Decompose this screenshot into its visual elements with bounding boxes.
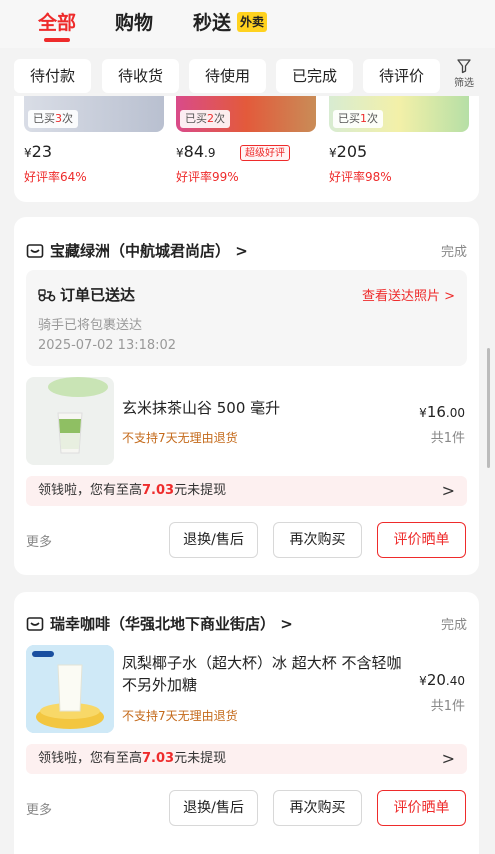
reco-rating: 好评率98% — [329, 170, 392, 184]
product-quantity: 共1件 — [430, 431, 465, 446]
store-icon — [26, 244, 44, 258]
delivery-subtitle: 骑手已将包裹送达 — [38, 318, 143, 333]
no-return-notice: 不支持7天无理由退货 — [122, 709, 238, 723]
buy-again-button[interactable]: 再次购买 — [273, 522, 362, 558]
filter-button[interactable]: 筛选 — [449, 58, 479, 89]
chevron-right-icon: > — [441, 481, 455, 500]
store-header[interactable]: 宝藏绿洲（中航城君尚店） > 完成 — [26, 240, 467, 262]
order-card[interactable]: 瑞幸咖啡（华强北地下商业街店） > 完成 凤梨椰子水（超大杯）冰 超大杯 不含轻… — [14, 592, 479, 854]
product-price: ¥16.00 — [419, 403, 465, 421]
tab-all[interactable]: 全部 — [38, 8, 76, 35]
buy-again-button[interactable]: 再次购买 — [273, 790, 362, 826]
recommendation-strip: 已买3次 已买2次 已买1次 ¥23 ¥84.9 超级好评 ¥205 好评率64… — [14, 96, 479, 202]
store-name[interactable]: 宝藏绿洲（中航城君尚店） > — [50, 240, 248, 261]
store-header[interactable]: 瑞幸咖啡（华强北地下商业街店） > 完成 — [26, 613, 467, 635]
return-service-button[interactable]: 退换/售后 — [169, 790, 258, 826]
chevron-right-icon: > — [280, 615, 293, 633]
review-button[interactable]: 评价晒单 — [377, 790, 466, 826]
product-name[interactable]: 凤梨椰子水（超大杯）冰 超大杯 不含轻咖 不另外加糖 — [122, 652, 404, 696]
delivery-info: 订单已送达 查看送达照片 > 骑手已将包裹送达 2025-07-02 13:18… — [26, 270, 467, 366]
reco-price: ¥23 — [24, 142, 52, 161]
chevron-right-icon: > — [235, 242, 248, 260]
return-service-button[interactable]: 退换/售后 — [169, 522, 258, 558]
delivery-timestamp: 2025-07-02 13:18:02 — [38, 338, 177, 353]
tab-shopping[interactable]: 购物 — [115, 8, 153, 35]
scrollbar[interactable] — [487, 348, 490, 468]
product-name[interactable]: 玄米抹茶山谷 500 毫升 — [122, 397, 404, 419]
cash-reward-banner[interactable]: 领钱啦，您有至高7.03元未提现 > — [26, 744, 467, 774]
filter-completed[interactable]: 已完成 — [276, 59, 353, 93]
reco-rating: 好评率99% — [176, 170, 239, 184]
product-image[interactable] — [26, 645, 114, 733]
more-link[interactable]: 更多 — [26, 531, 52, 550]
reco-price: ¥84.9 — [176, 142, 216, 161]
filter-pending-use[interactable]: 待使用 — [189, 59, 266, 93]
delivery-scooter-icon — [38, 289, 56, 302]
takeaway-badge: 外卖 — [237, 12, 268, 32]
reco-bought-tag: 已买1次 — [333, 110, 383, 128]
chevron-right-icon: > — [441, 749, 455, 768]
reco-bought-tag: 已买2次 — [180, 110, 230, 128]
cash-reward-banner[interactable]: 领钱啦，您有至高7.03元未提现 > — [26, 476, 467, 506]
order-status: 完成 — [440, 618, 467, 633]
product-price: ¥20.40 — [419, 671, 465, 689]
tab-express[interactable]: 秒送 — [193, 8, 231, 35]
no-return-notice: 不支持7天无理由退货 — [122, 431, 238, 445]
product-quantity: 共1件 — [430, 699, 465, 714]
funnel-icon — [457, 59, 471, 74]
filter-button-label: 筛选 — [454, 78, 474, 89]
review-button[interactable]: 评价晒单 — [377, 522, 466, 558]
reco-bought-tag: 已买3次 — [28, 110, 78, 128]
reco-price: ¥205 — [329, 142, 368, 161]
product-image[interactable] — [26, 377, 114, 465]
order-card[interactable]: 宝藏绿洲（中航城君尚店） > 完成 订单已送达 查看送达照片 > 骑手已将包裹送… — [14, 217, 479, 575]
delivery-title: 订单已送达 — [60, 286, 136, 304]
chevron-right-icon: > — [444, 289, 455, 304]
view-delivery-photo-link[interactable]: 查看送达照片 > — [362, 285, 455, 304]
reco-badge: 超级好评 — [240, 145, 290, 161]
filter-pending-payment[interactable]: 待付款 — [14, 59, 91, 93]
store-name[interactable]: 瑞幸咖啡（华强北地下商业街店） > — [50, 613, 293, 634]
top-tabs: 全部 购物 秒送 外卖 — [0, 0, 495, 48]
filter-pending-receipt[interactable]: 待收货 — [102, 59, 179, 93]
store-icon — [26, 617, 44, 631]
active-tab-indicator — [44, 38, 70, 42]
more-link[interactable]: 更多 — [26, 799, 52, 818]
reco-rating: 好评率64% — [24, 170, 87, 184]
filter-pending-review[interactable]: 待评价 — [363, 59, 440, 93]
order-status: 完成 — [440, 245, 467, 260]
